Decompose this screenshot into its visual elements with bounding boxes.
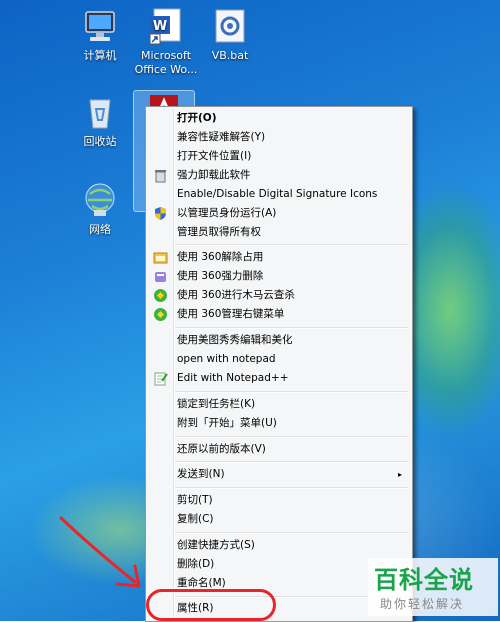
menu-item-restore-previous[interactable]: 还原以前的版本(V) (148, 440, 410, 459)
desktop-icon-recycle-bin[interactable]: 回收站 (64, 92, 136, 149)
menu-separator (175, 532, 408, 534)
360-unlock-icon (153, 250, 168, 265)
uac-shield-icon (153, 206, 168, 221)
menu-item-open-file-location[interactable]: 打开文件位置(I) (148, 147, 410, 166)
menu-item-edit-notepadpp[interactable]: Edit with Notepad++ (148, 369, 410, 388)
watermark-subtitle: 助你轻松解决 (380, 597, 465, 611)
desktop-icon-label: Office Wo... (134, 63, 198, 76)
desktop-icon-vb-bat[interactable]: VB.bat (194, 6, 266, 63)
desktop-icon-label: 网络 (89, 223, 111, 236)
desktop-icon-computer[interactable]: 计算机 (64, 6, 136, 63)
360-delete-icon (153, 269, 168, 284)
menu-item-copy[interactable]: 复制(C) (148, 510, 410, 529)
desktop-icon-label: 回收站 (83, 135, 117, 148)
menu-item-360-unlock[interactable]: 使用 360解除占用 (148, 248, 410, 267)
submenu-arrow-icon: ▸ (397, 470, 402, 479)
svg-text:W: W (153, 19, 167, 34)
menu-separator (175, 327, 408, 329)
context-menu: 打开(O) 兼容性疑难解答(Y) 打开文件位置(I) 强力卸载此软件 Enabl… (145, 106, 413, 622)
menu-item-360-trojan-scan[interactable]: 使用 360进行木马云查杀 (148, 286, 410, 305)
menu-item-take-ownership[interactable]: 管理员取得所有权 (148, 223, 410, 242)
menu-separator (175, 436, 408, 438)
trash-icon (153, 168, 168, 183)
annotation-circle (146, 589, 276, 621)
menu-item-run-as-admin[interactable]: 以管理员身份运行(A) (148, 204, 410, 223)
batch-file-icon (210, 6, 250, 46)
recycle-bin-icon (80, 92, 120, 132)
word-shortcut-icon: W (146, 6, 186, 46)
menu-item-360-force-delete[interactable]: 使用 360强力删除 (148, 267, 410, 286)
menu-item-pin-taskbar[interactable]: 锁定到任务栏(K) (148, 395, 410, 414)
network-icon (80, 180, 120, 220)
menu-item-create-shortcut[interactable]: 创建快捷方式(S) (148, 536, 410, 555)
desktop-icon-label: Microsoft (140, 49, 192, 62)
watermark-title: 百科全说 (374, 566, 474, 594)
menu-separator (175, 244, 408, 246)
menu-item-compat-troubleshoot[interactable]: 兼容性疑难解答(Y) (148, 128, 410, 147)
menu-separator (175, 487, 408, 489)
desktop-icon-label: 计算机 (83, 49, 117, 62)
menu-separator (175, 461, 408, 463)
desktop-icon-word[interactable]: W Microsoft Office Wo... (130, 6, 202, 77)
menu-item-force-uninstall[interactable]: 强力卸载此软件 (148, 166, 410, 185)
menu-item-cut[interactable]: 剪切(T) (148, 491, 410, 510)
menu-separator (175, 391, 408, 393)
menu-item-digital-signature[interactable]: Enable/Disable Digital Signature Icons (148, 185, 410, 204)
annotation-arrow (59, 516, 141, 588)
desktop-icon-label: VB.bat (211, 49, 249, 62)
menu-item-open[interactable]: 打开(O) (148, 109, 410, 128)
desktop-icon-network[interactable]: 网络 (64, 180, 136, 237)
menu-item-360-manage-menu[interactable]: 使用 360管理右键菜单 (148, 305, 410, 324)
notepadpp-icon (153, 371, 168, 386)
computer-icon (80, 6, 120, 46)
menu-item-pin-start-menu[interactable]: 附到「开始」菜单(U) (148, 414, 410, 433)
menu-item-send-to[interactable]: 发送到(N) ▸ (148, 465, 410, 484)
360-menu-icon (153, 307, 168, 322)
watermark: 百科全说 助你轻松解决 (368, 558, 498, 616)
menu-item-open-with-notepad[interactable]: open with notepad (148, 350, 410, 369)
menu-item-meitu-edit[interactable]: 使用美图秀秀编辑和美化 (148, 331, 410, 350)
360-scan-icon (153, 288, 168, 303)
